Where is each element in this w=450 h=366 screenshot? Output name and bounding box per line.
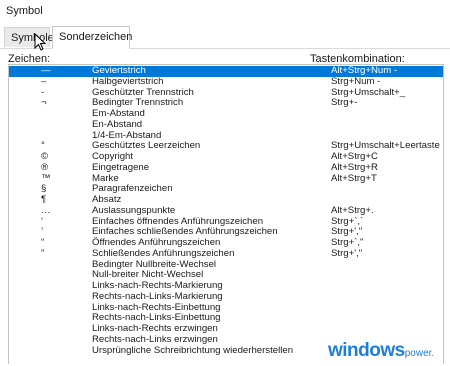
list-item[interactable]: ” Schließendes Anführungszeichen Strg+'," xyxy=(9,247,443,260)
char-cell: ¬ xyxy=(41,97,47,109)
list-item[interactable]: Em-Abstand xyxy=(9,108,443,120)
name-cell: Paragrafenzeichen xyxy=(92,183,173,195)
name-cell: Ursprüngliche Schreibrichtung wiederhers… xyxy=(92,344,294,356)
name-cell: Rechts-nach-Links-Markierung xyxy=(92,290,223,302)
name-cell: Halbgeviertstrich xyxy=(92,75,164,87)
list-item[interactable]: Rechts-nach-Links-Einbettung xyxy=(9,313,443,324)
shortcut-cell: Strg+Num - xyxy=(331,75,381,87)
shortcut-cell: Strg+- xyxy=(331,97,358,109)
name-cell: Rechts-nach-Links erzwingen xyxy=(92,333,218,345)
list-item[interactable]: Bedingter Nullbreite-Wechsel xyxy=(9,259,443,271)
tab-sonderzeichen[interactable]: Sonderzeichen xyxy=(52,26,132,49)
name-cell: En-Abstand xyxy=(92,118,143,130)
shortcut-cell: Strg+'," xyxy=(331,247,363,259)
char-cell: ® xyxy=(41,161,49,173)
list-item[interactable]: ™ Marke Alt+Strg+T xyxy=(9,172,443,185)
char-cell: ” xyxy=(41,247,45,259)
shortcut-cell: Alt+Strg+R xyxy=(331,161,378,173)
list-item[interactable]: ® Eingetragene Alt+Strg+R xyxy=(9,161,443,174)
list-item[interactable]: ’ Einfaches schließendes Anführungszeiche… xyxy=(9,227,443,238)
list-item[interactable]: ¶ Absatz xyxy=(9,194,443,206)
watermark-brand: windows xyxy=(328,340,405,361)
char-cell: ’ xyxy=(41,226,44,238)
name-cell: Auslassungspunkte xyxy=(92,204,176,216)
list-item[interactable]: ¬ Bedingter Trennstrich Strg+- xyxy=(9,98,443,109)
list-item[interactable]: Links-nach-Rechts erzwingen xyxy=(9,323,443,335)
shortcut-cell: Alt+Strg+. xyxy=(331,204,374,216)
name-cell: Schließendes Anführungszeichen xyxy=(92,247,235,259)
watermark-suffix: power. xyxy=(404,348,435,359)
watermark-logo: windowspower. xyxy=(328,340,434,364)
char-cell: … xyxy=(41,204,51,216)
list-item[interactable]: Rechts-nach-Links-Markierung xyxy=(9,290,443,303)
list-item[interactable]: § Paragrafenzeichen xyxy=(9,184,443,195)
list-item[interactable]: Links-nach-Rechts-Markierung xyxy=(9,280,443,292)
column-headers: Zeichen: Tastenkombination: xyxy=(0,50,450,65)
dialog-title: Symbol xyxy=(6,5,43,17)
shortcut-cell: Alt+Strg+T xyxy=(331,172,377,184)
name-cell: Eingetragene xyxy=(92,161,150,173)
tab-strip: Symbole Sonderzeichen xyxy=(0,24,450,49)
char-cell: ‘ xyxy=(41,215,44,227)
list-item[interactable]: En-Abstand xyxy=(9,118,443,131)
mouse-pointer-icon xyxy=(34,33,46,51)
char-cell: – xyxy=(41,75,47,87)
list-item[interactable]: Null-breiter Nicht-Wechsel xyxy=(9,270,443,281)
list-item[interactable]: – Halbgeviertstrich Strg+Num - xyxy=(9,75,443,88)
list-item[interactable]: Links-nach-Rechts-Einbettung xyxy=(9,302,443,314)
special-characters-list[interactable]: — Geviertstrich Alt+Strg+Num - – Halbgeviert… xyxy=(8,64,444,364)
dialog-titlebar: Symbol xyxy=(0,0,450,24)
list-item[interactable]: ‑ Geschützter Trennstrich Strg+Umschalt+_ xyxy=(9,87,443,99)
char-cell: “ xyxy=(41,237,45,248)
list-item[interactable]: … Auslassungspunkte Alt+Strg+. xyxy=(9,204,443,217)
